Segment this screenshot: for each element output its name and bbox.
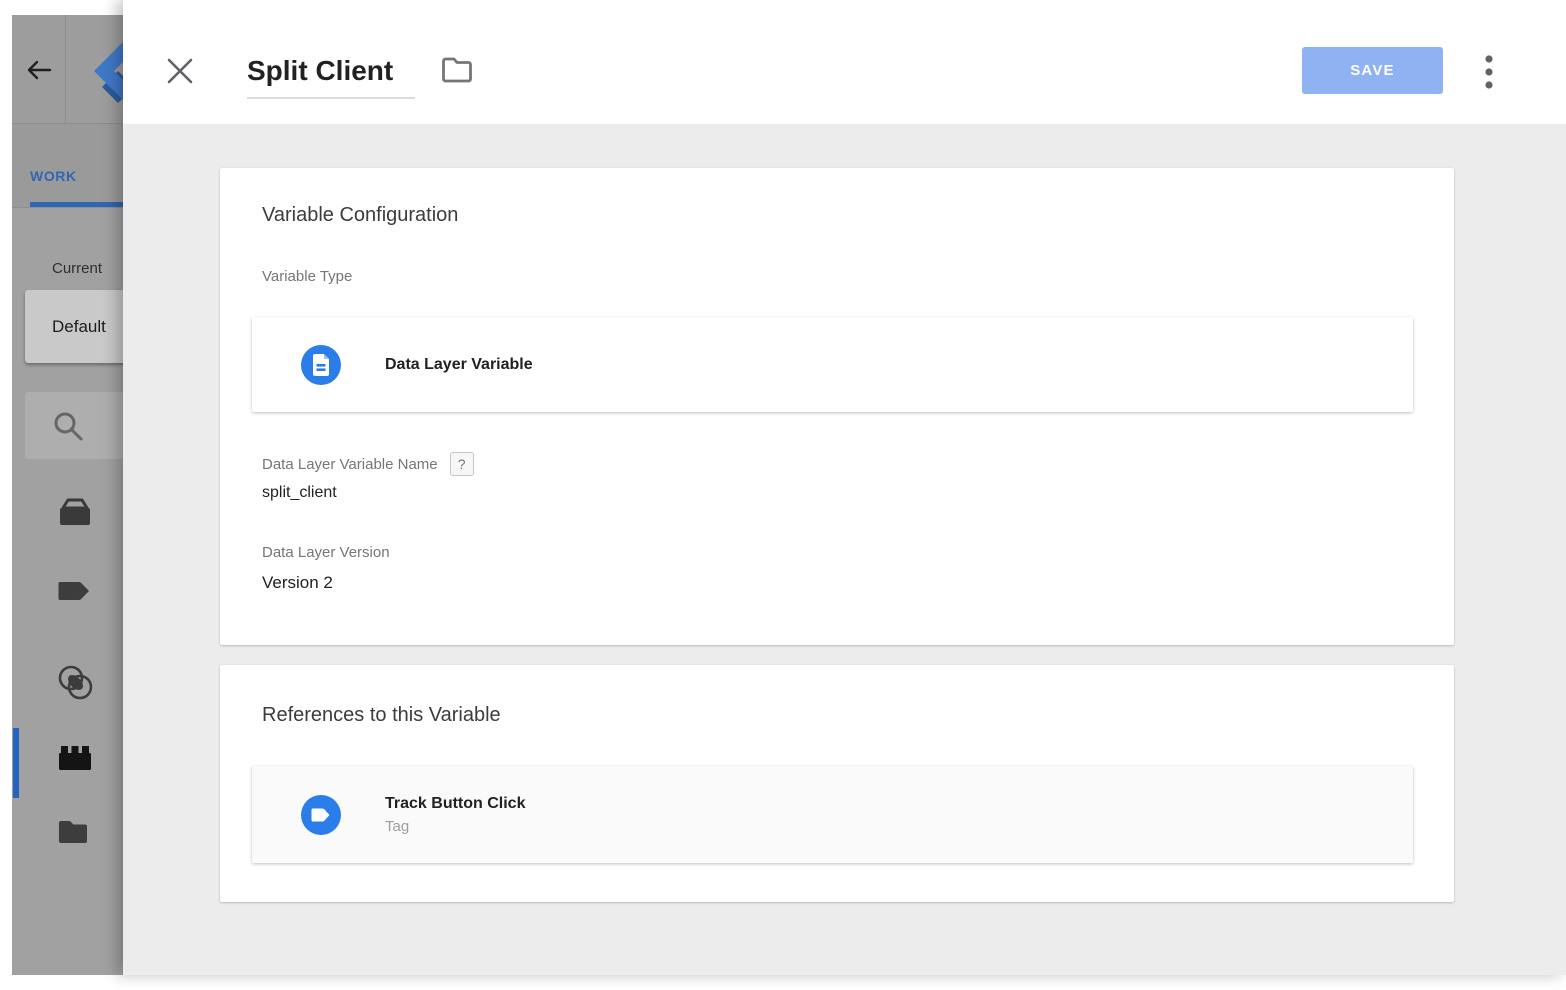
card-heading: Variable Configuration [262, 203, 1413, 227]
variable-configuration-card: Variable Configuration Variable Type Dat… [220, 168, 1454, 645]
current-workspace-label: Current [52, 260, 102, 277]
sidebar-item-overview[interactable] [57, 498, 93, 534]
sidebar-item-folders[interactable] [57, 819, 93, 855]
help-icon[interactable]: ? [450, 452, 474, 476]
back-button[interactable] [12, 15, 66, 124]
sidebar-item-variables[interactable] [57, 744, 93, 780]
sidebar: Current Default [12, 208, 123, 975]
variable-type-selector[interactable]: Data Layer Variable [252, 317, 1413, 412]
variable-editor-panel: Split Client SAVE Variable Config [123, 0, 1566, 975]
data-layer-variable-icon [301, 345, 341, 385]
triggers-icon [57, 664, 95, 702]
dl-variable-name-value: split_client [262, 484, 1413, 502]
gtm-logo [86, 41, 123, 108]
workspace-name: Default [52, 317, 106, 337]
dl-variable-name-label: Data Layer Variable Name [262, 456, 438, 473]
title-underline [247, 97, 415, 99]
more-actions-button[interactable] [1475, 52, 1503, 92]
reference-subtitle: Tag [385, 818, 525, 835]
variable-name-field[interactable]: Split Client [247, 52, 415, 99]
dl-version-value: Version 2 [262, 573, 1413, 593]
move-to-folder-button[interactable] [440, 56, 474, 86]
variables-icon [57, 744, 93, 772]
active-tab-underline [30, 202, 123, 207]
close-icon [165, 56, 195, 86]
folder-icon [440, 56, 474, 84]
panel-header: Split Client SAVE [123, 0, 1566, 124]
folders-icon [57, 819, 89, 845]
tag-icon [301, 795, 341, 835]
workspace-selector[interactable]: Default [25, 290, 123, 363]
save-button[interactable]: SAVE [1302, 47, 1443, 94]
workspace-tab[interactable]: WORK [12, 124, 123, 208]
sidebar-item-tags[interactable] [57, 579, 93, 615]
overview-icon [57, 498, 93, 528]
sidebar-item-triggers[interactable] [57, 664, 93, 700]
panel-body: Variable Configuration Variable Type Dat… [123, 124, 1566, 975]
references-heading: References to this Variable [262, 703, 1413, 727]
reference-item[interactable]: Track Button Click Tag [252, 766, 1413, 863]
search-icon [52, 410, 84, 442]
variable-type-value: Data Layer Variable [385, 356, 533, 374]
references-card: References to this Variable Track Button… [220, 665, 1454, 902]
close-button[interactable] [165, 56, 197, 88]
workspace-tab-label: WORK [30, 168, 77, 184]
kebab-menu-icon [1484, 54, 1494, 90]
active-section-indicator [13, 728, 19, 798]
app-toolbar [12, 15, 123, 124]
variable-type-label: Variable Type [262, 268, 1413, 285]
dimmed-app-background: WORK Current Default [12, 15, 123, 975]
dl-version-label: Data Layer Version [262, 544, 1413, 561]
tags-icon [57, 579, 91, 603]
page-title: Split Client [247, 52, 415, 90]
back-arrow-icon [26, 59, 52, 81]
reference-title: Track Button Click [385, 794, 525, 813]
sidebar-search[interactable] [25, 392, 123, 459]
gtm-variable-editor-screen: WORK Current Default [0, 0, 1566, 990]
